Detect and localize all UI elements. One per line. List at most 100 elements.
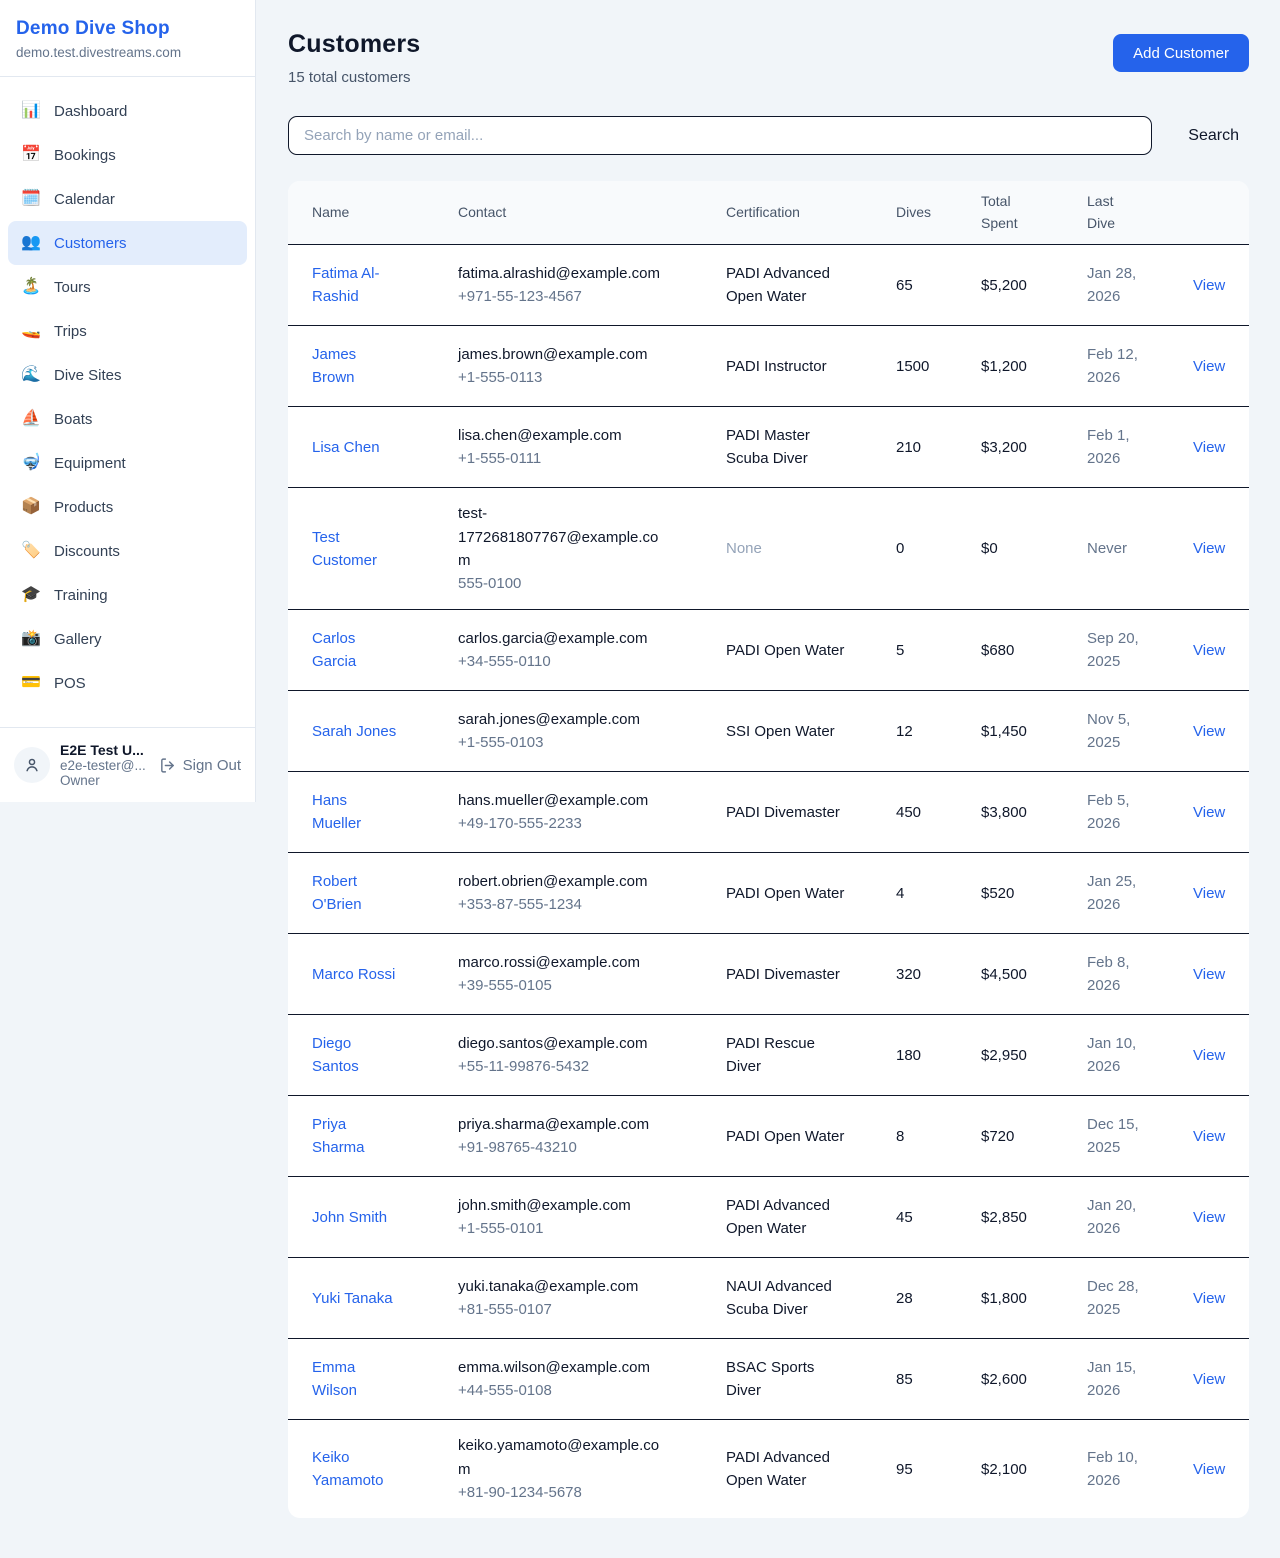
table-row: Fatima Al-Rashid fatima.alrashid@example… (288, 245, 1249, 326)
customer-last-dive-cell: Feb 12, 2026 (1087, 329, 1193, 404)
sign-out-button[interactable]: Sign Out (159, 757, 241, 774)
customer-certification-cell: PADI Divemaster (726, 949, 896, 1000)
col-header-last-dive: Last Dive (1087, 181, 1193, 244)
sidebar-item[interactable]: 🚤 Trips (8, 309, 247, 353)
customer-name-link[interactable]: Keiko Yamamoto (312, 1446, 398, 1493)
customer-contact-cell: john.smith@example.com +1-555-0101 (458, 1180, 726, 1255)
sidebar-item[interactable]: 🤿 Equipment (8, 441, 247, 485)
customer-name-cell: John Smith (312, 1192, 458, 1243)
sidebar-item[interactable]: 🎓 Training (8, 573, 247, 617)
customer-name-link[interactable]: Lisa Chen (312, 436, 380, 459)
view-customer-link[interactable]: View (1193, 1047, 1225, 1064)
customer-contact-cell: fatima.alrashid@example.com +971-55-123-… (458, 248, 726, 323)
customer-name-link[interactable]: Fatima Al-Rashid (312, 262, 398, 309)
search-button[interactable]: Search (1178, 127, 1249, 145)
customer-certification-cell: PADI Advanced Open Water (726, 248, 896, 323)
view-customer-link[interactable]: View (1193, 439, 1225, 456)
sidebar-item[interactable]: 🏷️ Discounts (8, 529, 247, 573)
view-customer-link[interactable]: View (1193, 1461, 1225, 1478)
view-customer-link[interactable]: View (1193, 966, 1225, 983)
sidebar-item[interactable]: 🗓️ Calendar (8, 177, 247, 221)
add-customer-button[interactable]: Add Customer (1113, 34, 1249, 72)
col-header-contact: Contact (458, 192, 726, 234)
customer-actions-cell: View (1193, 523, 1249, 574)
customer-certification-cell: PADI Divemaster (726, 787, 896, 838)
sidebar-item[interactable]: 📊 Dashboard (8, 89, 247, 133)
customer-name-link[interactable]: Hans Mueller (312, 789, 398, 836)
customer-name-link[interactable]: Marco Rossi (312, 963, 395, 986)
customer-actions-cell: View (1193, 260, 1249, 311)
view-customer-link[interactable]: View (1193, 723, 1225, 740)
customer-dives-cell: 95 (896, 1444, 981, 1495)
user-role: Owner (60, 773, 149, 788)
customer-phone: +39-555-0105 (458, 974, 670, 997)
sidebar-item[interactable]: 📅 Bookings (8, 133, 247, 177)
customer-certification-cell: PADI Advanced Open Water (726, 1432, 896, 1507)
customer-certification-cell: PADI Rescue Diver (726, 1018, 896, 1093)
customer-email: fatima.alrashid@example.com (458, 262, 670, 285)
nav-icon: 📸 (20, 631, 42, 647)
sidebar-item[interactable]: 📦 Products (8, 485, 247, 529)
sidebar-item[interactable]: ⛵ Boats (8, 397, 247, 441)
view-customer-link[interactable]: View (1193, 277, 1225, 294)
customer-email: yuki.tanaka@example.com (458, 1275, 670, 1298)
sidebar-item[interactable]: 👥 Customers (8, 221, 247, 265)
customer-name-link[interactable]: James Brown (312, 343, 398, 390)
sidebar-item-label: Discounts (54, 543, 120, 560)
customer-name-link[interactable]: Sarah Jones (312, 720, 396, 743)
customer-phone: +81-555-0107 (458, 1298, 670, 1321)
search-input[interactable] (288, 116, 1152, 155)
customer-name-link[interactable]: Emma Wilson (312, 1356, 398, 1403)
customer-contact-cell: hans.mueller@example.com +49-170-555-223… (458, 775, 726, 850)
view-customer-link[interactable]: View (1193, 1209, 1225, 1226)
customer-phone: +353-87-555-1234 (458, 893, 670, 916)
customer-name-link[interactable]: Diego Santos (312, 1032, 398, 1079)
view-customer-link[interactable]: View (1193, 540, 1225, 557)
customer-dives-cell: 12 (896, 706, 981, 757)
customer-total-spent-cell: $680 (981, 625, 1087, 676)
view-customer-link[interactable]: View (1193, 1128, 1225, 1145)
sidebar-item[interactable]: 📸 Gallery (8, 617, 247, 661)
view-customer-link[interactable]: View (1193, 885, 1225, 902)
sidebar-item[interactable]: 🏝️ Tours (8, 265, 247, 309)
customer-actions-cell: View (1193, 341, 1249, 392)
customer-last-dive-cell: Nov 5, 2025 (1087, 694, 1193, 769)
customer-count: 15 total customers (288, 69, 420, 86)
customer-name-link[interactable]: John Smith (312, 1206, 387, 1229)
customer-certification-cell: PADI Open Water (726, 868, 896, 919)
customer-dives-cell: 210 (896, 422, 981, 473)
customer-contact-cell: robert.obrien@example.com +353-87-555-12… (458, 856, 726, 931)
brand-domain: demo.test.divestreams.com (16, 45, 239, 60)
view-customer-link[interactable]: View (1193, 1371, 1225, 1388)
customer-phone: +34-555-0110 (458, 650, 670, 673)
view-customer-link[interactable]: View (1193, 642, 1225, 659)
customer-total-spent-cell: $3,800 (981, 787, 1087, 838)
customer-name-link[interactable]: Robert O'Brien (312, 870, 398, 917)
nav-icon: 🏝️ (20, 279, 42, 295)
sidebar-item-label: Dashboard (54, 103, 127, 120)
sidebar-item[interactable]: 🌊 Dive Sites (8, 353, 247, 397)
nav-icon: 👥 (20, 235, 42, 251)
view-customer-link[interactable]: View (1193, 1290, 1225, 1307)
customer-certification-cell: PADI Instructor (726, 341, 896, 392)
sidebar-item[interactable]: 💳 POS (8, 661, 247, 705)
col-header-name: Name (312, 192, 458, 234)
customer-total-spent-cell: $2,600 (981, 1354, 1087, 1405)
customer-name-link[interactable]: Priya Sharma (312, 1113, 398, 1160)
customer-name-link[interactable]: Yuki Tanaka (312, 1287, 393, 1310)
customer-name-link[interactable]: Test Customer (312, 526, 398, 573)
customer-last-dive-cell: Feb 5, 2026 (1087, 775, 1193, 850)
table-row: Robert O'Brien robert.obrien@example.com… (288, 853, 1249, 934)
customer-total-spent-cell: $2,950 (981, 1030, 1087, 1081)
customer-name-cell: Test Customer (312, 512, 458, 587)
customer-email: emma.wilson@example.com (458, 1356, 670, 1379)
customer-name-link[interactable]: Carlos Garcia (312, 627, 398, 674)
customer-certification-cell: BSAC Sports Diver (726, 1342, 896, 1417)
user-email: e2e-tester@... (60, 758, 149, 773)
customer-contact-cell: james.brown@example.com +1-555-0113 (458, 329, 726, 404)
customer-name-cell: Yuki Tanaka (312, 1273, 458, 1324)
view-customer-link[interactable]: View (1193, 804, 1225, 821)
customer-total-spent-cell: $1,200 (981, 341, 1087, 392)
customer-last-dive-cell: Dec 28, 2025 (1087, 1261, 1193, 1336)
view-customer-link[interactable]: View (1193, 358, 1225, 375)
